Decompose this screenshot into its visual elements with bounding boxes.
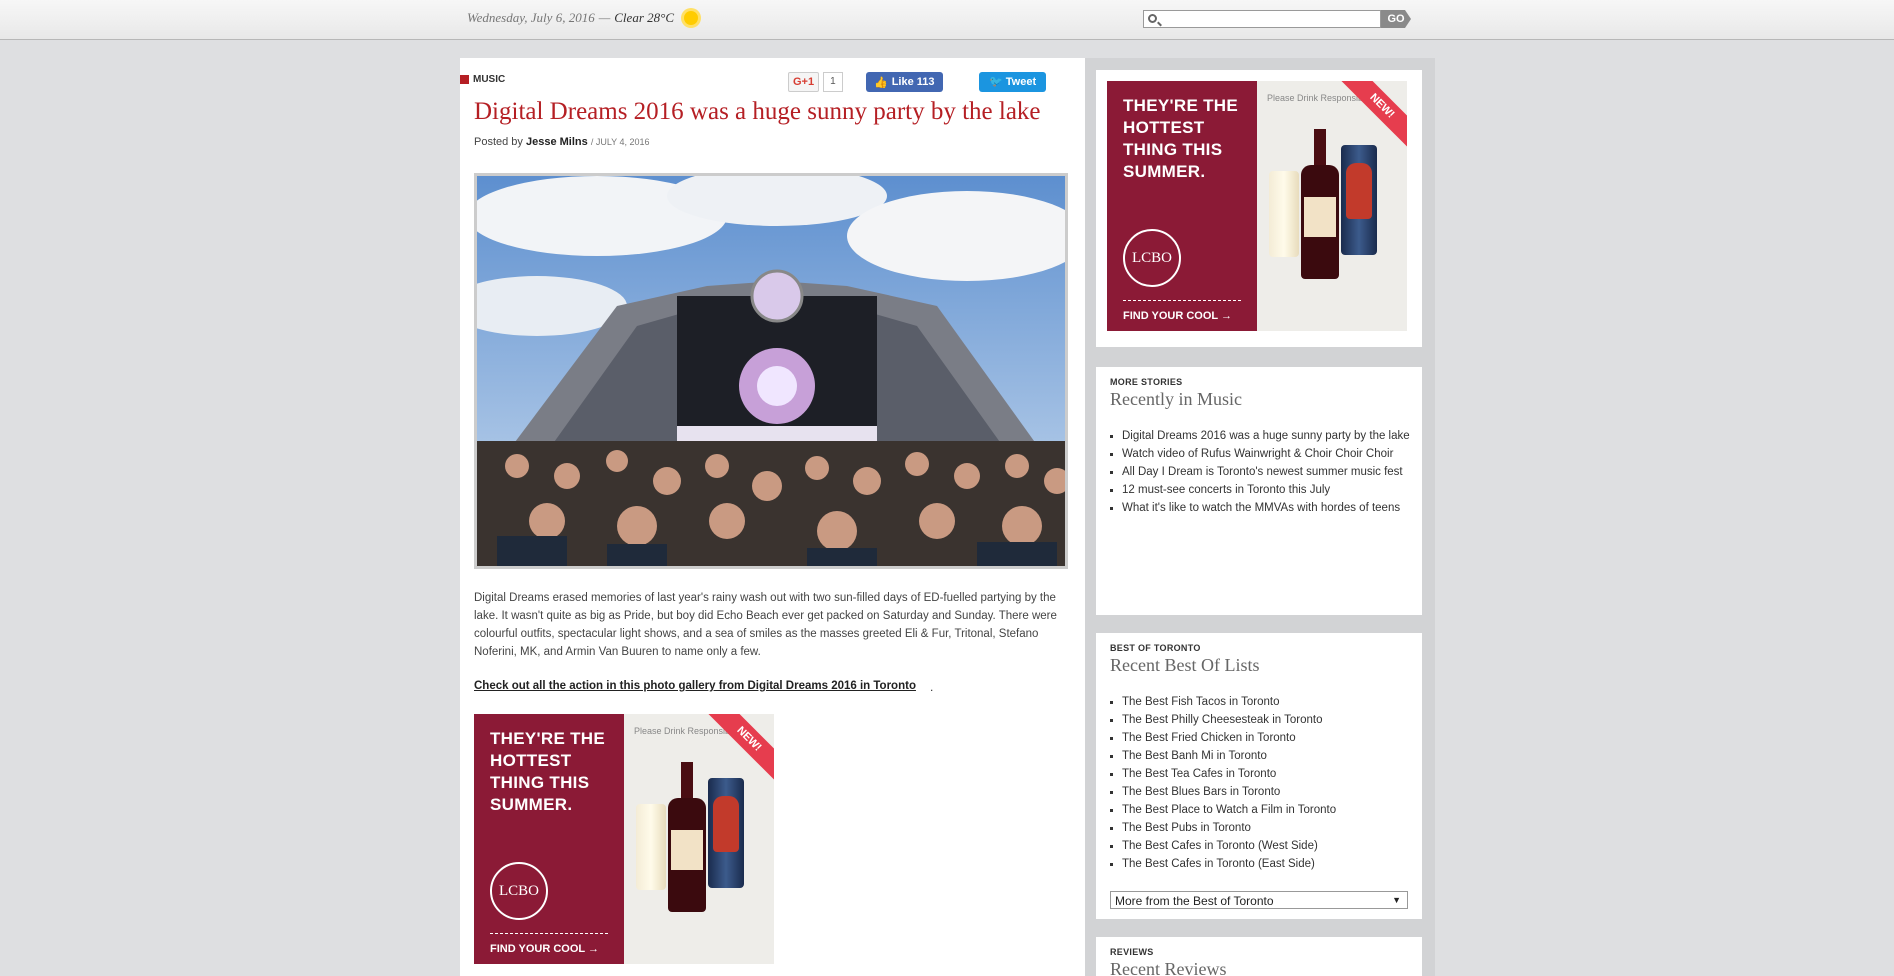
article-column: MUSIC G+1 1 👍 Like 113 🐦 Tweet Digital Dr…	[460, 58, 1085, 976]
story-link[interactable]: Digital Dreams 2016 was a huge sunny par…	[1110, 427, 1410, 445]
more-stories-widget: MORE STORIES Recently in Music Digital D…	[1096, 367, 1422, 615]
fb-like-label: Like 113	[891, 76, 935, 88]
best-of-link[interactable]: The Best Banh Mi in Toronto	[1110, 747, 1410, 765]
best-of-link[interactable]: The Best Cafes in Toronto (West Side)	[1110, 837, 1410, 855]
separator: —	[598, 10, 611, 25]
top-bar: Wednesday, July 6, 2016 — Clear 28°C GO	[0, 0, 1894, 40]
cream-can-image	[1269, 171, 1299, 257]
root-beer-bottle-image	[1301, 129, 1339, 279]
best-of-link[interactable]: The Best Philly Cheesesteak in Toronto	[1110, 711, 1410, 729]
reviews-widget: REVIEWS Recent Reviews	[1096, 937, 1422, 976]
best-of-link[interactable]: The Best Pubs in Toronto	[1110, 819, 1410, 837]
story-link[interactable]: 12 must-see concerts in Toronto this Jul…	[1110, 481, 1410, 499]
search-input[interactable]	[1143, 10, 1381, 28]
best-of-link[interactable]: The Best Blues Bars in Toronto	[1110, 783, 1410, 801]
article-date: / JULY 4, 2016	[590, 137, 650, 147]
weather-line: Wednesday, July 6, 2016 — Clear 28°C	[467, 10, 698, 26]
category-text: MUSIC	[473, 74, 506, 85]
gallery-link[interactable]: Check out all the action in this photo g…	[474, 680, 916, 692]
more-stories-list: Digital Dreams 2016 was a huge sunny par…	[1110, 427, 1410, 517]
best-of-link[interactable]: The Best Fried Chicken in Toronto	[1110, 729, 1410, 747]
tweet-button[interactable]: 🐦 Tweet	[979, 72, 1047, 92]
gplus-button[interactable]: G+1	[788, 72, 820, 92]
twitter-bird-icon: 🐦	[989, 76, 1006, 88]
search-icon	[1148, 14, 1157, 23]
spiced-can-image	[708, 778, 744, 888]
author-link[interactable]: Jesse Milns	[526, 136, 588, 148]
tweet-label: Tweet	[1005, 76, 1037, 88]
cream-can-image	[636, 804, 666, 890]
best-of-title: Recent Best Of Lists	[1110, 655, 1260, 675]
ad-cta: FIND YOUR COOL →	[490, 943, 599, 955]
lcbo-ad-inline[interactable]: THEY'RE THE HOTTEST THING THIS SUMMER. L…	[474, 714, 774, 964]
story-link[interactable]: What it's like to watch the MMVAs with h…	[1110, 499, 1410, 517]
best-of-widget: BEST OF TORONTO Recent Best Of Lists The…	[1096, 633, 1422, 919]
lcbo-ad-sidebar[interactable]: THEY'RE THE HOTTEST THING THIS SUMMER. L…	[1107, 81, 1407, 331]
more-stories-title: Recently in Music	[1110, 389, 1242, 409]
root-beer-bottle-image	[668, 762, 706, 912]
thumbs-up-icon: 👍	[874, 76, 888, 89]
sidebar-ad-widget: THEY'RE THE HOTTEST THING THIS SUMMER. L…	[1096, 70, 1422, 347]
best-of-select-value: More from the Best of Toronto	[1115, 894, 1274, 908]
go-button[interactable]: GO	[1381, 10, 1411, 28]
gallery-link-period: .	[930, 680, 934, 694]
weather-text: Clear 28°C	[614, 10, 674, 25]
category-label[interactable]: MUSIC	[460, 74, 505, 85]
lcbo-logo: LCBO	[490, 862, 548, 920]
spiced-can-image	[1341, 145, 1377, 255]
ad-cta: FIND YOUR COOL →	[1123, 310, 1232, 322]
best-of-link[interactable]: The Best Tea Cafes in Toronto	[1110, 765, 1410, 783]
ad-headline: THEY'RE THE HOTTEST THING THIS SUMMER.	[1123, 96, 1239, 181]
article-body: Digital Dreams erased memories of last y…	[474, 592, 1057, 658]
ad-headline: THEY'RE THE HOTTEST THING THIS SUMMER.	[490, 729, 606, 814]
sun-icon	[684, 11, 698, 25]
byline: Posted by Jesse Milns / JULY 4, 2016	[474, 136, 650, 148]
posted-by: Posted by	[474, 136, 523, 148]
festival-stage-photo	[477, 176, 1065, 566]
ad-badge: NEW!	[1335, 81, 1407, 153]
story-link[interactable]: All Day I Dream is Toronto's newest summ…	[1110, 463, 1410, 481]
best-of-list: The Best Fish Tacos in Toronto The Best …	[1110, 693, 1410, 873]
dropdown-arrow-icon: ▼	[1392, 895, 1401, 905]
best-of-link[interactable]: The Best Fish Tacos in Toronto	[1110, 693, 1410, 711]
reviews-kicker: REVIEWS	[1110, 947, 1154, 957]
ad-divider	[1123, 300, 1241, 301]
more-stories-kicker: MORE STORIES	[1110, 377, 1183, 387]
story-link[interactable]: Watch video of Rufus Wainwright & Choir …	[1110, 445, 1410, 463]
best-of-link[interactable]: The Best Place to Watch a Film in Toront…	[1110, 801, 1410, 819]
best-of-kicker: BEST OF TORONTO	[1110, 643, 1201, 653]
best-of-link[interactable]: The Best Cafes in Toronto (East Side)	[1110, 855, 1410, 873]
lcbo-logo: LCBO	[1123, 229, 1181, 287]
article-title: Digital Dreams 2016 was a huge sunny par…	[474, 98, 1041, 125]
search-form: GO	[1143, 10, 1411, 28]
date-text: Wednesday, July 6, 2016	[467, 10, 595, 25]
gplus-count: 1	[823, 72, 843, 92]
category-square-icon	[460, 75, 469, 84]
ad-divider	[490, 933, 608, 934]
facebook-like-button[interactable]: 👍 Like 113	[866, 72, 943, 92]
gplus-widget: G+1 1	[788, 72, 843, 92]
ad-badge: NEW!	[702, 714, 774, 786]
best-of-select[interactable]: More from the Best of Toronto ▼	[1110, 891, 1408, 909]
hero-photo[interactable]	[474, 173, 1068, 569]
reviews-title: Recent Reviews	[1110, 959, 1227, 976]
